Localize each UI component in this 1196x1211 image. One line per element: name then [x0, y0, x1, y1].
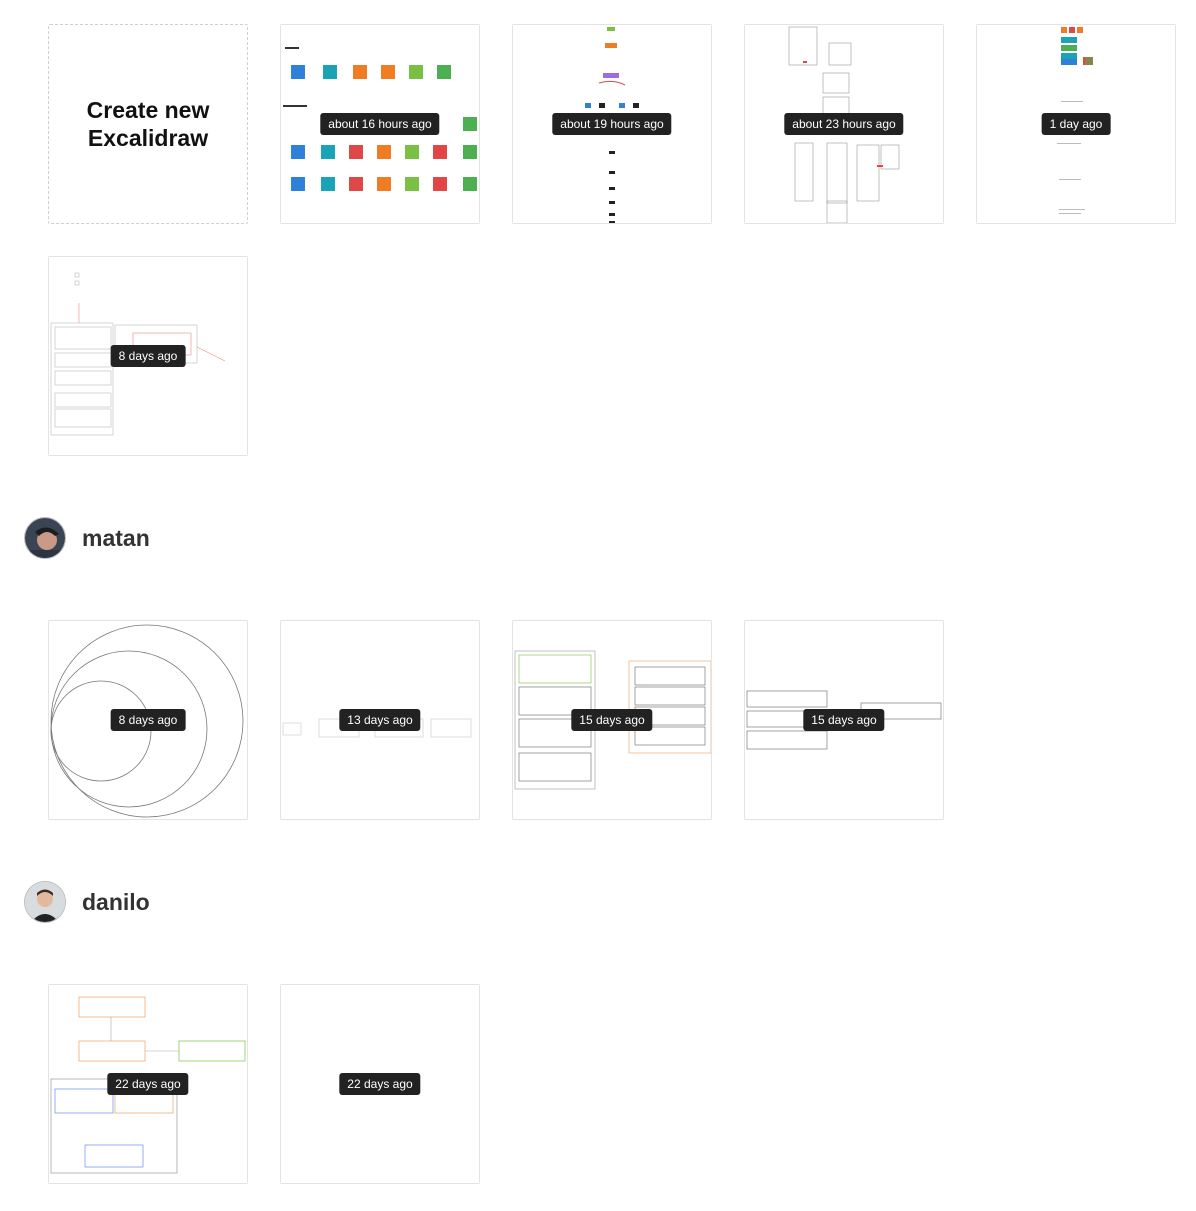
avatar	[24, 881, 66, 923]
drawing-card[interactable]: 22 days ago	[280, 984, 480, 1184]
username: danilo	[82, 888, 150, 915]
create-new-label: Create new Excalidraw	[86, 97, 210, 151]
username: matan	[82, 524, 150, 551]
drawing-card[interactable]: about 16 hours ago	[280, 24, 480, 224]
drawing-card[interactable]: 22 days ago	[48, 984, 248, 1184]
create-new-excalidraw-card[interactable]: Create new Excalidraw	[48, 24, 248, 224]
last-modified-badge: about 19 hours ago	[552, 113, 672, 135]
last-modified-badge: 8 days ago	[110, 345, 186, 367]
last-modified-badge: 22 days ago	[107, 1073, 189, 1095]
last-modified-badge: 15 days ago	[803, 709, 885, 731]
last-modified-badge: about 16 hours ago	[320, 113, 440, 135]
drawing-card[interactable]: about 19 hours ago	[512, 24, 712, 224]
user-header: danilo	[24, 881, 150, 923]
drawing-card[interactable]: 8 days ago	[48, 256, 248, 456]
last-modified-badge: about 23 hours ago	[784, 113, 904, 135]
user-header: matan	[24, 517, 150, 559]
drawing-card[interactable]: 15 days ago	[744, 620, 944, 820]
drawing-card[interactable]: 8 days ago	[48, 620, 248, 820]
drawing-card[interactable]: 15 days ago	[512, 620, 712, 820]
avatar	[24, 517, 66, 559]
last-modified-badge: 22 days ago	[339, 1073, 421, 1095]
drawing-card[interactable]: 13 days ago	[280, 620, 480, 820]
drawing-card[interactable]: 1 day ago	[976, 24, 1176, 224]
last-modified-badge: 13 days ago	[339, 709, 421, 731]
last-modified-badge: 15 days ago	[571, 709, 653, 731]
last-modified-badge: 8 days ago	[110, 709, 186, 731]
drawing-card[interactable]: about 23 hours ago	[744, 24, 944, 224]
last-modified-badge: 1 day ago	[1041, 113, 1111, 135]
